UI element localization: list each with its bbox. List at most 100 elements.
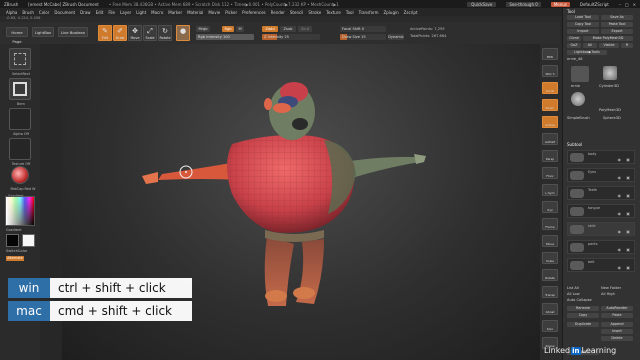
subtool-visibility-icon[interactable]: ◉ ▣ <box>617 247 632 252</box>
menu-item-edit[interactable]: Edit <box>96 10 104 15</box>
shelf-button-move[interactable]: Move <box>542 235 558 247</box>
shelf-button-aahalf[interactable]: AAHalf <box>542 133 558 145</box>
auto-collapse-button[interactable]: Auto Collapse <box>567 298 592 303</box>
autoreorder-button[interactable]: AutoReorder <box>601 306 633 311</box>
menu-item-file[interactable]: File <box>108 10 115 15</box>
zsub-button[interactable]: Zsub <box>280 26 296 32</box>
list-all-button[interactable]: List All <box>567 286 579 291</box>
subtool-row[interactable]: shirt ◉ ▣ <box>567 222 635 236</box>
subtool-visibility-icon[interactable]: ◉ ▣ <box>617 157 632 162</box>
alpha-slot[interactable]: Alpha Off <box>9 108 31 136</box>
switch-color-label[interactable]: SwitchColor <box>6 249 27 254</box>
subtool-row[interactable]: pants ◉ ▣ <box>567 240 635 254</box>
save-as-button[interactable]: Save As <box>601 15 633 20</box>
subtool-visibility-icon[interactable]: ◉ ▣ <box>617 193 632 198</box>
insert-button[interactable]: Insert <box>601 329 633 334</box>
quicksave-button[interactable]: QuickSave <box>467 1 497 7</box>
menu-item-picker[interactable]: Picker <box>225 10 237 15</box>
all-low-button[interactable]: All Low <box>567 292 580 297</box>
shelf-button-l-sym[interactable]: L.Sym <box>542 184 558 196</box>
menu-item-stencil[interactable]: Stencil <box>290 10 304 15</box>
dynamic-button[interactable]: Dynamic <box>388 34 404 40</box>
minimize-icon[interactable]: – <box>619 2 621 7</box>
menu-item-layer[interactable]: Layer <box>120 10 131 15</box>
zcut-button[interactable]: Zcut <box>298 26 312 32</box>
import-button[interactable]: Import <box>567 29 599 34</box>
copy-tool-button[interactable]: Copy Tool <box>567 22 599 27</box>
goz-button[interactable]: GoZ <box>567 43 581 48</box>
menu-item-transform[interactable]: Transform <box>359 10 379 15</box>
color-picker[interactable] <box>5 196 35 226</box>
make-polymesh-button[interactable]: Make PolyMesh3D <box>583 36 633 41</box>
subtool-visibility-icon[interactable]: ◉ ▣ <box>617 229 632 234</box>
shelf-button-xyz[interactable]: Xyz <box>542 201 558 213</box>
rgb-intensity-slider[interactable]: Rgb Intensity 100 <box>196 34 254 40</box>
shelf-button-solo[interactable]: Solo <box>542 320 558 332</box>
menu-item-light[interactable]: Light <box>136 10 146 15</box>
z-intensity-slider[interactable]: Z Intensity 25 <box>262 34 320 40</box>
menu-item-render[interactable]: Render <box>271 10 285 15</box>
default-zscript-button[interactable]: DefaultZScript <box>580 2 609 7</box>
copy-button[interactable]: Copy <box>567 313 599 318</box>
clone-button[interactable]: Clone <box>567 36 581 41</box>
menu-item-zplugin[interactable]: Zplugin <box>384 10 399 15</box>
lightbox-tools-button[interactable]: Lightbox▶Tools <box>567 50 607 55</box>
close-icon[interactable]: × <box>633 2 636 7</box>
rgb-button[interactable]: Rgb <box>222 26 234 32</box>
matcap-material-slot[interactable]: MatCap Red W <box>11 166 35 191</box>
tool-thumb-cylinder[interactable] <box>603 66 617 80</box>
shelf-button-zoom[interactable]: Zoom <box>542 99 558 111</box>
stroke-slot[interactable]: Bern <box>9 78 31 106</box>
menu-item-tool[interactable]: Tool <box>346 10 354 15</box>
all-high-button[interactable]: All High <box>601 292 615 297</box>
lightbox-button[interactable]: LightBox <box>32 27 54 37</box>
subtool-row[interactable]: Teeth ◉ ▣ <box>567 186 635 200</box>
mrgb-button[interactable]: Mrgb <box>196 26 210 32</box>
texture-slot[interactable]: Texture Off <box>9 138 31 166</box>
material-swatch-button[interactable]: ● <box>176 25 190 41</box>
shelf-button-transp[interactable]: Transp <box>542 286 558 298</box>
menu-item-marker[interactable]: Marker <box>168 10 182 15</box>
menu-item-zscript[interactable]: Zscript <box>404 10 418 15</box>
duplicate-button[interactable]: Duplicate <box>567 322 599 327</box>
menus-button[interactable]: Menus <box>550 1 570 7</box>
all-button[interactable]: All <box>583 43 597 48</box>
secondary-color-swatch[interactable] <box>22 234 35 247</box>
move-button[interactable]: ✥ Move <box>128 25 142 41</box>
zadd-button[interactable]: Zadd <box>262 26 278 32</box>
shelf-button-scroll[interactable]: Scroll <box>542 82 558 94</box>
subtool-visibility-icon[interactable]: ◉ ▣ <box>617 175 632 180</box>
delete-button[interactable]: Delete <box>601 336 633 341</box>
subtool-visibility-icon[interactable]: ◉ ▣ <box>617 265 632 270</box>
tool-thumb-polymesh[interactable] <box>571 92 585 106</box>
load-tool-button[interactable]: Load Tool <box>567 15 599 20</box>
paste-button[interactable]: Paste <box>601 313 633 318</box>
menu-item-preferences[interactable]: Preferences <box>242 10 266 15</box>
shelf-button-actual[interactable]: Actual <box>542 116 558 128</box>
menu-item-stroke[interactable]: Stroke <box>308 10 321 15</box>
shelf-button-scale[interactable]: Scale <box>542 252 558 264</box>
subtool-row[interactable]: tongue ◉ ▣ <box>567 204 635 218</box>
draw-size-slider[interactable]: Draw Size 15 <box>340 34 386 40</box>
new-folder-button[interactable]: New Folder <box>601 286 621 291</box>
menu-item-alpha[interactable]: Alpha <box>6 10 17 15</box>
main-color-swatch[interactable] <box>6 234 19 247</box>
draw-button[interactable]: ✐ Draw <box>113 25 127 41</box>
menu-item-macro[interactable]: Macro <box>151 10 163 15</box>
shelf-button-rotate[interactable]: Rotate <box>542 269 558 281</box>
menu-item-document[interactable]: Document <box>54 10 75 15</box>
shelf-button-spix-3[interactable]: SPix 3 <box>542 65 558 77</box>
export-button[interactable]: Export <box>601 29 633 34</box>
menu-item-movie[interactable]: Movie <box>208 10 220 15</box>
rotate-button[interactable]: ↻ Rotate <box>158 25 172 41</box>
menu-item-brush[interactable]: Brush <box>22 10 34 15</box>
paste-tool-button[interactable]: Paste Tool <box>601 22 633 27</box>
home-page-button[interactable]: Home Page <box>6 27 28 44</box>
rename-button[interactable]: Rename <box>567 306 599 311</box>
alternate-button[interactable]: Alternate <box>6 256 24 261</box>
menu-item-draw[interactable]: Draw <box>80 10 90 15</box>
select-rect-brush-slot[interactable]: SelectRect <box>9 48 31 76</box>
subtool-visibility-icon[interactable]: ◉ ▣ <box>617 211 632 216</box>
append-button[interactable]: Append <box>601 322 633 327</box>
menu-item-texture[interactable]: Texture <box>326 10 341 15</box>
